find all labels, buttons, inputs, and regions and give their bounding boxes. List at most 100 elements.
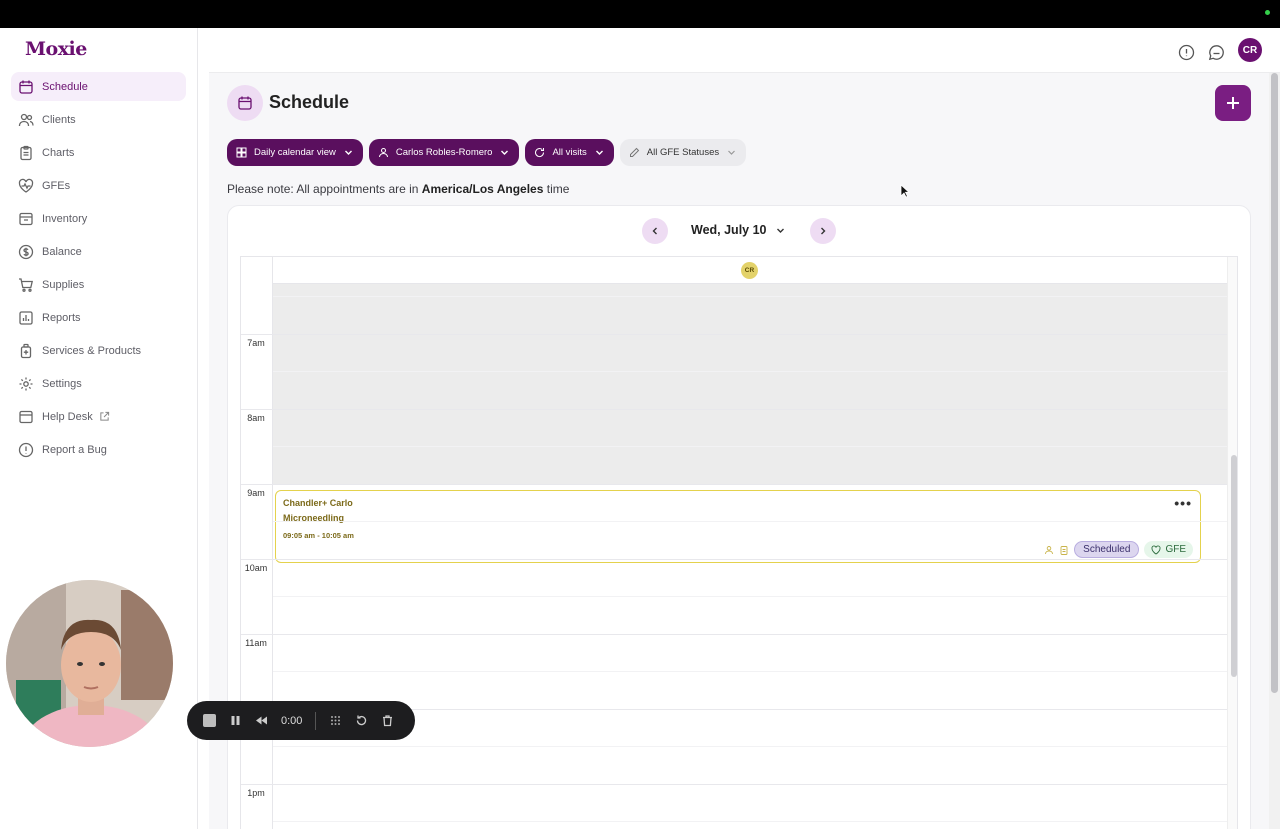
grid-line xyxy=(273,521,1227,522)
messages-icon[interactable] xyxy=(1208,44,1225,61)
user-icon xyxy=(1045,545,1054,554)
grid-icon xyxy=(236,147,247,158)
grid-dots-icon[interactable] xyxy=(329,714,342,727)
view-select[interactable]: Daily calendar view xyxy=(227,139,363,166)
date-picker[interactable]: Wed, July 10 xyxy=(691,223,786,237)
heart-pulse-icon xyxy=(1151,545,1161,555)
sidebar-item-reports[interactable]: Reports xyxy=(11,303,186,332)
sidebar-item-label: Report a Bug xyxy=(42,443,107,456)
gfe-status-select[interactable]: All GFE Statuses xyxy=(619,139,747,166)
grid-line xyxy=(273,408,1227,410)
plus-icon xyxy=(1227,97,1239,109)
webcam-overlay xyxy=(6,580,173,747)
page-title: Schedule xyxy=(269,92,350,112)
timezone-note-suffix: time xyxy=(543,182,570,196)
recording-indicator xyxy=(1265,10,1270,15)
sidebar-item-supplies[interactable]: Supplies xyxy=(11,270,186,299)
gfe-badge: GFE xyxy=(1144,541,1193,558)
grid-line xyxy=(273,746,1227,747)
presenter-image xyxy=(6,580,173,747)
calendar-icon xyxy=(19,80,33,94)
bar-chart-icon xyxy=(19,310,33,325)
visits-select-label: All visits xyxy=(552,147,587,158)
page-scrollbar[interactable] xyxy=(1269,73,1280,829)
grid-line xyxy=(273,558,1227,560)
calendar-scrollbar[interactable] xyxy=(1227,257,1237,829)
page-scrollbar-thumb[interactable] xyxy=(1271,73,1278,693)
top-header: CR xyxy=(209,28,1280,73)
provider-select-label: Carlos Robles-Romero xyxy=(395,147,493,158)
restart-icon[interactable] xyxy=(355,714,368,727)
date-navigator: Wed, July 10 xyxy=(228,218,1250,244)
sidebar-item-services-products[interactable]: Services & Products xyxy=(11,336,186,365)
appointment-card[interactable]: Chandler+ Carlo Microneedling 09:05 am -… xyxy=(275,490,1201,563)
alert-circle-icon xyxy=(18,442,34,457)
chevron-down-icon xyxy=(776,228,784,233)
bottle-icon xyxy=(20,343,32,358)
time-label-1pm: 1pm xyxy=(247,788,265,798)
sidebar-item-label: Help Desk xyxy=(42,410,93,423)
timezone-note: Please note: All appointments are in Ame… xyxy=(227,182,569,196)
current-date: Wed, July 10 xyxy=(691,223,767,237)
sidebar-item-inventory[interactable]: Inventory xyxy=(11,204,186,233)
recording-timer: 0:00 xyxy=(281,714,303,727)
gutter-line xyxy=(241,558,273,560)
user-avatar[interactable]: CR xyxy=(1238,38,1262,62)
time-label-10am: 10am xyxy=(244,563,268,573)
stop-recording-button[interactable] xyxy=(203,714,216,727)
cart-icon xyxy=(19,277,34,292)
provider-select[interactable]: Carlos Robles-Romero xyxy=(368,139,520,166)
sidebar-item-label: GFEs xyxy=(42,179,71,192)
grid-line xyxy=(273,333,1227,335)
prev-day-button[interactable] xyxy=(642,218,668,244)
more-options-icon[interactable]: ••• xyxy=(1174,495,1192,511)
time-label-7am: 7am xyxy=(247,338,265,348)
app-logo[interactable]: Moxie xyxy=(25,38,87,60)
provider-avatar[interactable]: CR xyxy=(741,262,758,279)
sidebar-item-charts[interactable]: Charts xyxy=(11,138,186,167)
status-badge: Scheduled xyxy=(1074,541,1140,558)
system-top-bar xyxy=(0,0,1280,28)
clipboard-icon xyxy=(20,145,32,160)
sidebar-item-label: Schedule xyxy=(42,80,88,93)
time-label-8am: 8am xyxy=(247,413,265,423)
add-appointment-button[interactable] xyxy=(1215,85,1251,121)
sidebar-item-balance[interactable]: Balance xyxy=(11,237,186,266)
info-icon[interactable] xyxy=(1178,44,1195,61)
appointment-client: Chandler+ Carlo xyxy=(283,498,353,508)
sidebar-item-gfes[interactable]: GFEs xyxy=(11,171,186,200)
sidebar-item-settings[interactable]: Settings xyxy=(11,369,186,398)
grid-line xyxy=(273,783,1227,785)
calendar-scrollbar-thumb[interactable] xyxy=(1231,455,1237,677)
grid-line xyxy=(273,596,1227,597)
gfe-badge-label: GFE xyxy=(1165,544,1186,555)
gutter-line xyxy=(241,333,273,335)
grid-line xyxy=(273,671,1227,672)
chevron-down-icon xyxy=(344,150,352,155)
sidebar-item-help-desk[interactable]: Help Desk xyxy=(11,402,186,431)
sidebar-item-label: Services & Products xyxy=(42,344,142,357)
rewind-icon[interactable] xyxy=(255,714,268,727)
time-label-9am: 9am xyxy=(247,488,265,498)
sidebar-item-schedule[interactable]: Schedule xyxy=(11,72,186,101)
pause-icon[interactable] xyxy=(229,714,242,727)
timezone-value: America/Los Angeles xyxy=(421,182,544,196)
gutter-line xyxy=(241,633,273,635)
grid-line xyxy=(273,708,1227,710)
trash-icon[interactable] xyxy=(381,714,394,727)
gear-icon xyxy=(19,377,33,390)
visits-select[interactable]: All visits xyxy=(525,139,614,166)
grid-line xyxy=(273,371,1227,372)
chevron-right-icon xyxy=(821,227,826,235)
sidebar-item-report-bug[interactable]: Report a Bug xyxy=(11,435,186,464)
sidebar-item-clients[interactable]: Clients xyxy=(11,105,186,134)
grid-line xyxy=(273,633,1227,635)
clipboard-icon xyxy=(1060,545,1068,555)
calendar-icon xyxy=(238,96,252,110)
unavailable-block xyxy=(273,284,1227,484)
toolbar-divider xyxy=(315,711,317,730)
sidebar-item-label: Clients xyxy=(42,113,76,126)
gutter-line xyxy=(241,783,273,785)
dollar-icon xyxy=(18,244,34,259)
next-day-button[interactable] xyxy=(810,218,836,244)
